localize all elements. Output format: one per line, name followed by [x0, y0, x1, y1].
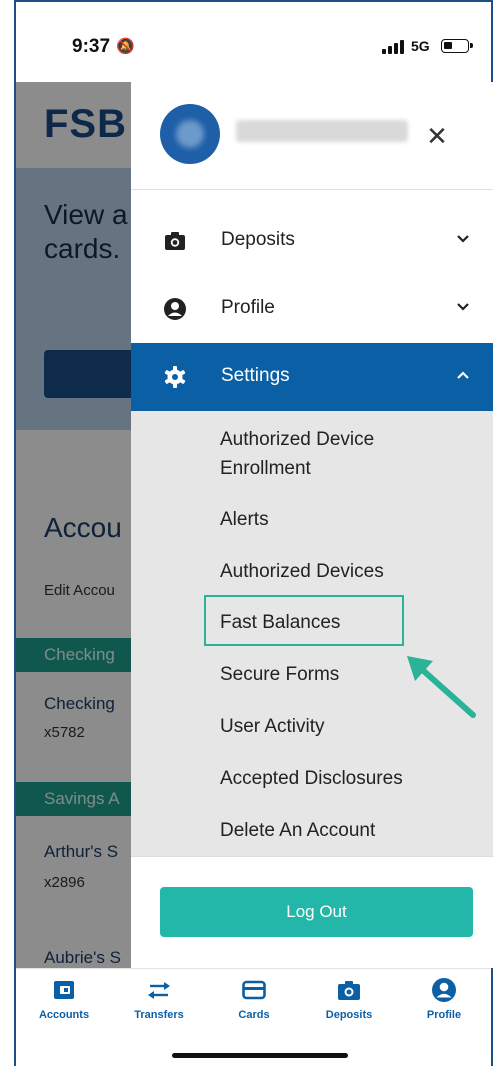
chevron-up-icon: [457, 371, 469, 379]
tab-cards[interactable]: Cards: [209, 977, 299, 1037]
home-indicator: [172, 1053, 348, 1058]
phone-frame: 9:37 🔕 5G FSB View a cards. Accou Edit A…: [0, 0, 493, 1066]
tab-transfers[interactable]: Transfers: [114, 977, 204, 1037]
submenu-item-alerts[interactable]: Alerts: [220, 505, 269, 534]
user-circle-icon: [432, 978, 456, 1002]
tab-label: Transfers: [134, 1009, 184, 1021]
menu-item-label: Settings: [221, 365, 290, 386]
camera-icon: [338, 981, 360, 1000]
tab-label: Profile: [426, 1009, 462, 1021]
gear-icon: [164, 366, 186, 388]
tab-deposits[interactable]: Deposits: [304, 977, 394, 1037]
tab-label: Accounts: [38, 1009, 90, 1021]
menu-item-settings[interactable]: Settings: [131, 343, 493, 411]
submenu-item-secure-forms[interactable]: Secure Forms: [220, 660, 339, 689]
close-icon[interactable]: ✕: [423, 122, 451, 150]
menu-item-profile[interactable]: Profile: [131, 275, 493, 343]
submenu-item-accepted-disclosures[interactable]: Accepted Disclosures: [220, 764, 403, 793]
logout-button[interactable]: Log Out: [160, 887, 473, 937]
pointer-arrow-icon: [407, 656, 476, 718]
menu-item-label: Deposits: [221, 229, 295, 250]
tab-accounts[interactable]: Accounts: [19, 977, 109, 1037]
wallet-icon: [54, 981, 74, 999]
settings-submenu: Authorized Device Enrollment Alerts Auth…: [131, 411, 493, 856]
submenu-item-delete-an-account[interactable]: Delete An Account: [220, 816, 375, 845]
bell-off-icon: 🔕: [116, 38, 135, 55]
status-bar: 9:37 🔕 5G: [16, 2, 491, 82]
user-name-redacted: [236, 120, 408, 142]
tab-label: Cards: [238, 1009, 270, 1021]
transfer-arrows-icon: [148, 982, 170, 999]
submenu-item-user-activity[interactable]: User Activity: [220, 712, 325, 741]
status-time: 9:37: [72, 36, 111, 57]
side-drawer: ✕ Deposits Profile Settings Authorized D…: [131, 82, 493, 968]
submenu-item-fast-balances[interactable]: Fast Balances: [220, 608, 340, 637]
tab-profile[interactable]: Profile: [399, 977, 489, 1037]
logout-area: Log Out: [131, 856, 493, 968]
avatar: [160, 104, 220, 164]
submenu-item-authorized-device-enrollment[interactable]: Authorized Device Enrollment: [220, 425, 374, 483]
tab-label: Deposits: [325, 1009, 373, 1021]
chevron-down-icon: [457, 303, 469, 311]
signal-icon: [382, 40, 404, 54]
submenu-item-authorized-devices[interactable]: Authorized Devices: [220, 557, 384, 586]
drawer-header: ✕: [131, 82, 493, 190]
card-icon: [242, 980, 266, 1000]
menu-item-label: Profile: [221, 297, 275, 318]
user-circle-icon: [164, 298, 186, 320]
menu-item-deposits[interactable]: Deposits: [131, 207, 493, 275]
chevron-down-icon: [457, 235, 469, 243]
bottom-tab-bar: Accounts Transfers Cards Deposits Profil…: [16, 968, 491, 1066]
battery-icon: [441, 39, 473, 53]
network-label: 5G: [411, 38, 430, 54]
camera-icon: [165, 232, 185, 250]
